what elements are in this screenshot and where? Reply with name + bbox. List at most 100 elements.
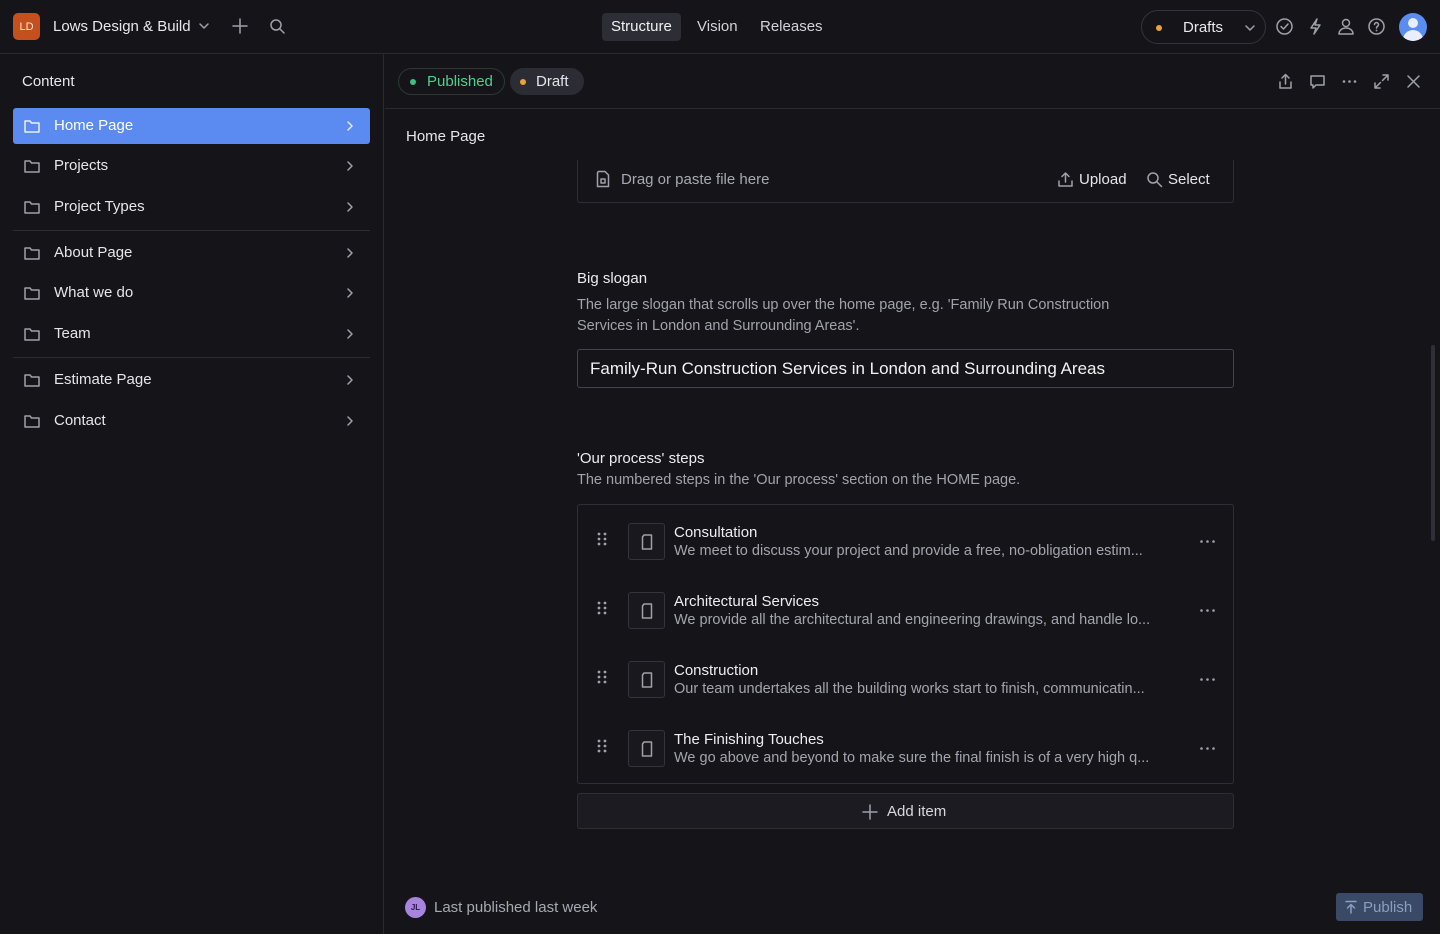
sidebar-item-project-types[interactable]: Project Types [13, 189, 370, 225]
help-icon[interactable] [1367, 17, 1386, 36]
close-icon[interactable] [1405, 73, 1422, 90]
project-logo[interactable]: LD [13, 13, 40, 40]
document-pane-header: Published Draft [385, 54, 1440, 109]
sidebar-item-team[interactable]: Team [13, 316, 370, 352]
chevron-right-icon [344, 120, 356, 132]
big-slogan-label: Big slogan [577, 270, 648, 287]
content-sidebar: Content Home Page Projects Project Types… [0, 54, 384, 934]
more-options-icon[interactable] [1199, 746, 1216, 751]
drag-handle-icon[interactable] [596, 738, 608, 754]
tab-releases[interactable]: Releases [751, 13, 832, 41]
sidebar-item-label: Estimate Page [54, 371, 152, 388]
list-item-subtitle: We meet to discuss your project and prov… [674, 543, 1143, 559]
draft-label: Draft [536, 73, 569, 90]
avatar-head [1408, 18, 1418, 28]
big-slogan-input[interactable]: Family-Run Construction Services in Lond… [577, 349, 1234, 388]
chevron-right-icon [344, 247, 356, 259]
document-thumbnail [628, 523, 665, 560]
sidebar-item-label: Home Page [54, 117, 134, 134]
bolt-icon[interactable] [1307, 17, 1324, 36]
list-item-title: Consultation [674, 524, 758, 541]
sidebar-item-contact[interactable]: Contact [13, 403, 370, 439]
folder-icon [24, 200, 40, 214]
folder-icon [24, 327, 40, 341]
tab-vision[interactable]: Vision [688, 13, 747, 41]
folder-icon [24, 159, 40, 173]
document-thumbnail [628, 661, 665, 698]
user-avatar[interactable] [1399, 13, 1427, 41]
project-name[interactable]: Lows Design & Build [53, 18, 191, 35]
big-slogan-description: The large slogan that scrolls up over th… [577, 297, 1110, 334]
sidebar-divider [13, 357, 370, 358]
sidebar-item-projects[interactable]: Projects [13, 148, 370, 184]
drafts-status-dot [1156, 25, 1162, 31]
document-title: Home Page [406, 128, 486, 145]
sidebar-item-label: Team [54, 325, 91, 342]
sidebar-item-label: Project Types [54, 198, 145, 215]
publish-button[interactable]: Publish [1336, 893, 1423, 921]
list-item-title: Architectural Services [674, 593, 820, 610]
file-upload-dropzone[interactable]: Drag or paste file here Upload Select [577, 160, 1234, 203]
list-item[interactable]: Construction Our team undertakes all the… [578, 643, 1233, 712]
chevron-right-icon [344, 160, 356, 172]
sidebar-item-estimate-page[interactable]: Estimate Page [13, 362, 370, 398]
list-item-title: The Finishing Touches [674, 731, 824, 748]
users-icon[interactable] [1336, 17, 1356, 36]
folder-icon [24, 119, 40, 133]
avatar-body [1403, 30, 1423, 41]
folder-icon [24, 246, 40, 260]
file-icon [595, 170, 611, 188]
sidebar-item-label: About Page [54, 244, 133, 261]
add-item-label: Add item [887, 803, 947, 820]
list-item-subtitle: Our team undertakes all the building wor… [674, 681, 1145, 697]
sidebar-item-what-we-do[interactable]: What we do [13, 275, 370, 311]
list-item-subtitle: We go above and beyond to make sure the … [674, 750, 1150, 766]
expand-icon[interactable] [1373, 73, 1390, 90]
search-icon[interactable] [268, 17, 286, 35]
list-item-title: Construction [674, 662, 759, 679]
more-options-icon[interactable] [1341, 73, 1358, 90]
sidebar-item-label: What we do [54, 284, 134, 301]
drag-handle-icon[interactable] [596, 669, 608, 685]
folder-icon [24, 373, 40, 387]
chevron-right-icon [344, 201, 356, 213]
draft-status-dot [520, 78, 526, 85]
chevron-down-icon[interactable] [197, 19, 211, 33]
add-item-button[interactable]: Add item [577, 793, 1234, 829]
drag-handle-icon[interactable] [596, 531, 608, 547]
drafts-label: Drafts [1183, 19, 1224, 36]
document-thumbnail [628, 592, 665, 629]
chevron-right-icon [344, 415, 356, 427]
more-options-icon[interactable] [1199, 677, 1216, 682]
published-label: Published [427, 73, 493, 90]
list-item[interactable]: The Finishing Touches We go above and be… [578, 712, 1233, 781]
drag-handle-icon[interactable] [596, 600, 608, 616]
process-steps-label: 'Our process' steps [577, 450, 705, 467]
sidebar-item-label: Projects [54, 157, 109, 174]
publish-label: Publish [1363, 899, 1413, 916]
sidebar-item-label: Contact [54, 412, 106, 429]
sidebar-item-about-page[interactable]: About Page [13, 235, 370, 271]
more-options-icon[interactable] [1199, 539, 1216, 544]
document-thumbnail [628, 730, 665, 767]
check-circle-icon[interactable] [1275, 17, 1294, 36]
create-new-icon[interactable] [230, 16, 250, 36]
form-scrollbar[interactable] [1431, 345, 1435, 541]
list-item[interactable]: Architectural Services We provide all th… [578, 574, 1233, 643]
more-options-icon[interactable] [1199, 608, 1216, 613]
top-bar: LD Lows Design & Build Structure Vision … [0, 0, 1440, 54]
perspective-drafts-select[interactable]: Drafts [1141, 10, 1266, 44]
list-item[interactable]: Consultation We meet to discuss your pro… [578, 505, 1233, 574]
draft-version-pill[interactable]: Draft [510, 68, 584, 95]
chevron-down-icon [1243, 21, 1257, 35]
sidebar-divider [13, 230, 370, 231]
comment-icon[interactable] [1309, 73, 1326, 90]
sidebar-item-home-page[interactable]: Home Page [13, 108, 370, 144]
folder-icon [24, 286, 40, 300]
published-version-pill[interactable]: Published [398, 68, 505, 95]
share-icon[interactable] [1277, 73, 1294, 90]
chevron-right-icon [344, 328, 356, 340]
tab-structure[interactable]: Structure [602, 13, 681, 41]
upload-label: Upload [1079, 171, 1127, 188]
list-item-subtitle: We provide all the architectural and eng… [674, 612, 1151, 628]
